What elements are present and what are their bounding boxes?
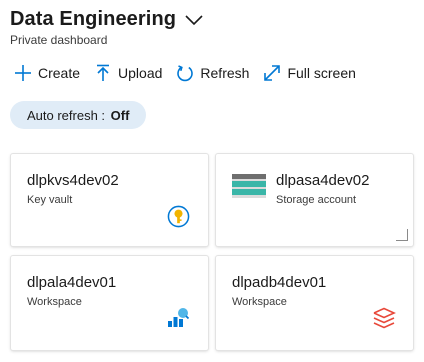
databricks-icon	[373, 307, 396, 329]
tile-resource-name: dlpasa4dev02	[276, 172, 370, 189]
dashboard-header: Data Engineering Private dashboard	[10, 8, 204, 47]
fullscreen-label: Full screen	[287, 65, 356, 81]
tile-resource-type: Key vault	[27, 194, 73, 206]
tile-resource-name: dlpkvs4dev02	[27, 172, 119, 189]
chevron-down-icon[interactable]	[184, 13, 204, 27]
plus-icon	[14, 64, 32, 82]
upload-label: Upload	[118, 65, 163, 81]
key-vault-icon	[167, 205, 190, 228]
refresh-icon	[176, 64, 194, 82]
tile-resource-type: Workspace	[232, 296, 287, 308]
upload-button[interactable]: Upload	[94, 64, 162, 82]
tile-storage-account[interactable]: dlpasa4dev02 Storage account	[216, 154, 413, 246]
tile-key-vault[interactable]: dlpkvs4dev02 Key vault	[11, 154, 208, 246]
storage-account-icon	[232, 174, 266, 198]
create-label: Create	[38, 65, 81, 81]
tile-databricks-workspace[interactable]: dlpadb4dev01 Workspace	[216, 256, 413, 350]
auto-refresh-toggle[interactable]: Auto refresh : Off	[10, 101, 147, 129]
auto-refresh-value: Off	[110, 107, 130, 123]
upload-icon	[94, 64, 112, 82]
tile-log-analytics-workspace[interactable]: dlpala4dev01 Workspace	[11, 256, 208, 350]
resize-handle[interactable]	[396, 229, 408, 241]
fullscreen-button[interactable]: Full screen	[263, 64, 356, 82]
log-analytics-icon	[168, 308, 189, 327]
tile-resource-type: Storage account	[276, 194, 357, 206]
toolbar: Create Upload Refresh Full screen	[14, 64, 370, 82]
create-button[interactable]: Create	[14, 64, 80, 82]
title-row: Data Engineering	[10, 8, 204, 31]
fullscreen-icon	[263, 64, 281, 82]
tile-resource-name: dlpadb4dev01	[232, 274, 327, 291]
tile-resource-type: Workspace	[27, 296, 82, 308]
refresh-button[interactable]: Refresh	[176, 64, 249, 82]
page-title: Data Engineering	[10, 8, 177, 30]
page-subtitle: Private dashboard	[10, 33, 108, 47]
refresh-label: Refresh	[200, 65, 250, 81]
auto-refresh-label: Auto refresh :	[27, 107, 106, 123]
tile-resource-name: dlpala4dev01	[27, 274, 117, 291]
